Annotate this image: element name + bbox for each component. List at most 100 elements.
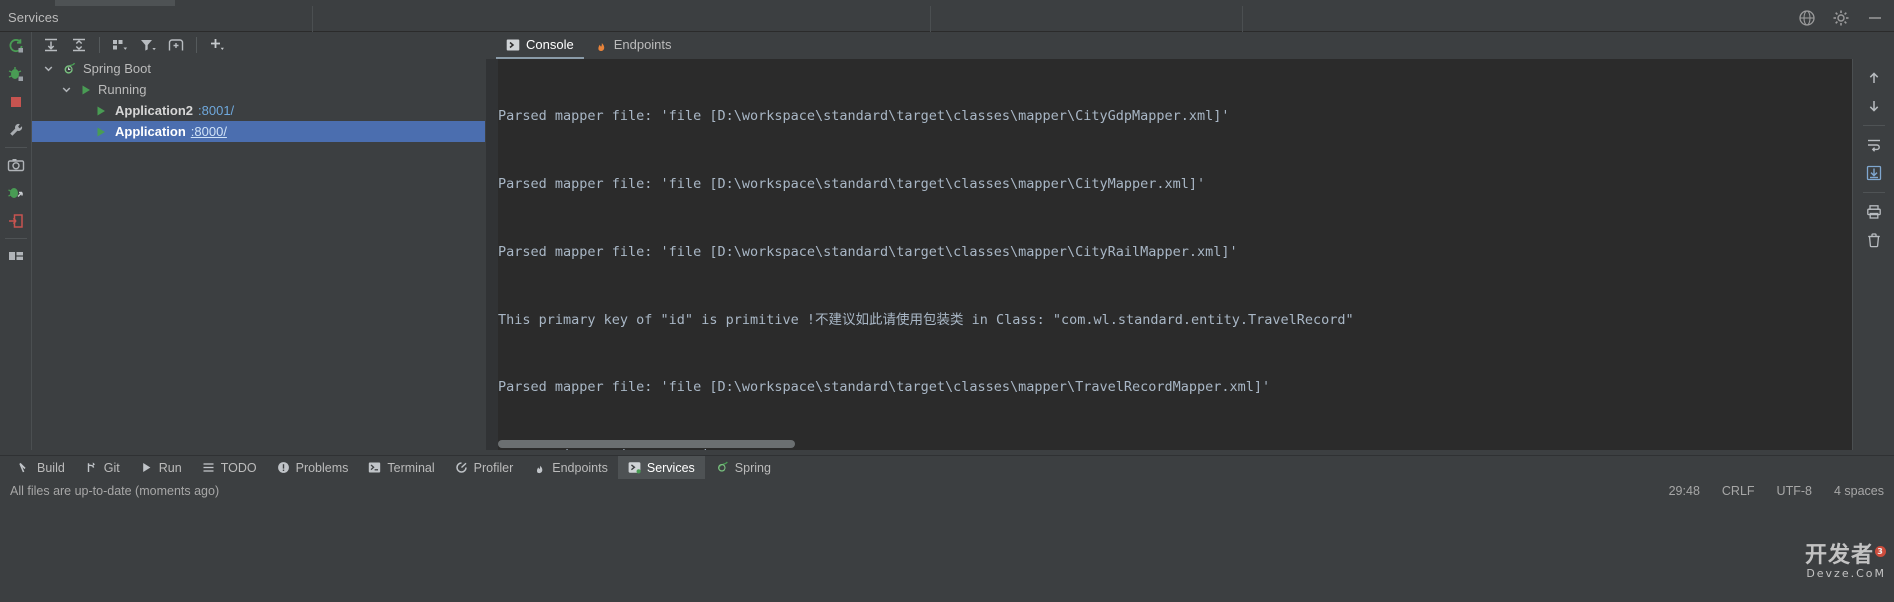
bottom-tab-todo[interactable]: TODO: [192, 456, 267, 480]
file-encoding[interactable]: UTF-8: [1777, 484, 1812, 498]
endpoints-icon: [594, 38, 608, 52]
service-port-link[interactable]: :8001/: [198, 103, 234, 118]
run-green-icon: [94, 125, 108, 139]
debug-icon[interactable]: [0, 60, 32, 88]
rail-divider: [5, 147, 27, 148]
spring-boot-icon: [61, 62, 77, 76]
caret-position[interactable]: 29:48: [1669, 484, 1700, 498]
status-bar-right: 29:48 CRLF UTF-8 4 spaces: [1669, 484, 1884, 498]
console-horizontal-scrollbar[interactable]: [498, 440, 1848, 448]
run-green-icon: [79, 83, 93, 97]
attach-debugger-icon[interactable]: [0, 179, 32, 207]
bottom-tab-label: Endpoints: [552, 461, 608, 475]
console-rail-divider-2: [1863, 192, 1885, 193]
print-icon[interactable]: [1860, 199, 1888, 225]
tree-node-spring-boot[interactable]: Spring Boot: [32, 58, 485, 79]
tool-window-titlebar: Services: [0, 6, 1894, 32]
indent-setting[interactable]: 4 spaces: [1834, 484, 1884, 498]
tool-window-bar: Build Git Run TODO Problems Terminal Pro…: [0, 455, 1894, 479]
trash-icon[interactable]: [1860, 227, 1888, 253]
titlebar-segment-2: [313, 6, 931, 32]
new-tab-icon[interactable]: [163, 33, 189, 57]
tree-node-label: Application: [115, 124, 186, 139]
titlebar-actions: [1798, 9, 1884, 27]
run-actions-rail: [0, 32, 32, 450]
bottom-tab-problems[interactable]: Problems: [267, 456, 359, 480]
bottom-tab-label: Run: [159, 461, 182, 475]
minimize-icon[interactable]: [1866, 9, 1884, 27]
toolbar-divider-2: [196, 37, 197, 53]
console-tab-strip: Console Endpoints: [486, 32, 1894, 59]
expand-all-icon[interactable]: [38, 33, 64, 57]
status-bar: All files are up-to-date (moments ago) 2…: [0, 479, 1894, 502]
bottom-tab-spring[interactable]: Spring: [705, 456, 781, 480]
stop-icon[interactable]: [0, 88, 32, 116]
console-actions-rail: [1852, 59, 1894, 450]
watermark-sub: Devze.CoM: [1805, 567, 1886, 580]
profiler-icon: [455, 461, 468, 474]
tab-label: Console: [526, 37, 574, 52]
bottom-tab-profiler[interactable]: Profiler: [445, 456, 524, 480]
watermark-main: 开发者: [1805, 543, 1874, 568]
collapse-all-icon[interactable]: [66, 33, 92, 57]
globe-icon[interactable]: [1798, 9, 1816, 27]
bottom-tab-label: Services: [647, 461, 695, 475]
tab-label: Endpoints: [614, 37, 672, 52]
bottom-tab-label: Terminal: [387, 461, 434, 475]
rerun-icon[interactable]: [0, 32, 32, 60]
settings-wrench-icon[interactable]: [0, 116, 32, 144]
tree-node-application[interactable]: Application :8000/: [32, 121, 485, 142]
chevron-down-icon[interactable]: [60, 83, 73, 96]
exit-icon[interactable]: [0, 207, 32, 235]
tree-node-running[interactable]: Running: [32, 79, 485, 100]
console-gutter: [486, 59, 498, 450]
console-panel: Console Endpoints Parsed mapper file: 'f…: [486, 32, 1894, 450]
service-port-link[interactable]: :8000/: [191, 124, 227, 139]
scrollbar-thumb[interactable]: [498, 440, 795, 448]
console-rail-divider: [1863, 125, 1885, 126]
gear-icon[interactable]: [1832, 9, 1850, 27]
scroll-to-end-icon[interactable]: [1860, 160, 1888, 186]
console-line: Parsed mapper file: 'file [D:\workspace\…: [498, 173, 1852, 196]
tree-node-application2[interactable]: Application2 :8001/: [32, 100, 485, 121]
tree-node-label: Running: [98, 82, 146, 97]
console-line: Parsed mapper file: 'file [D:\workspace\…: [498, 241, 1852, 264]
bottom-tab-label: Profiler: [474, 461, 514, 475]
bottom-tab-git[interactable]: Git: [75, 456, 130, 480]
bottom-tab-endpoints[interactable]: Endpoints: [523, 456, 618, 480]
bottom-tab-label: Problems: [296, 461, 349, 475]
watermark-badge: 3: [1875, 546, 1886, 557]
console-icon: [506, 38, 520, 52]
services-icon: [628, 461, 641, 474]
tab-console[interactable]: Console: [496, 32, 584, 59]
scroll-up-icon[interactable]: [1860, 65, 1888, 91]
rail-divider-2: [5, 238, 27, 239]
run-icon: [140, 461, 153, 474]
camera-icon[interactable]: [0, 151, 32, 179]
services-tree[interactable]: Spring Boot Running Application2 :8001/ …: [32, 58, 485, 450]
scroll-down-icon[interactable]: [1860, 93, 1888, 119]
line-separator[interactable]: CRLF: [1722, 484, 1755, 498]
add-icon[interactable]: [204, 33, 230, 57]
console-line: This primary key of "id" is primitive !不…: [498, 309, 1852, 332]
soft-wrap-icon[interactable]: [1860, 132, 1888, 158]
bottom-tab-build[interactable]: Build: [8, 456, 75, 480]
endpoints-icon: [533, 461, 546, 474]
chevron-down-icon[interactable]: [42, 62, 55, 75]
titlebar-segment-3: [931, 6, 1243, 32]
tree-node-label: Spring Boot: [83, 61, 151, 76]
todo-icon: [202, 461, 215, 474]
group-by-icon[interactable]: [107, 33, 133, 57]
bottom-tab-run[interactable]: Run: [130, 456, 192, 480]
tool-window-title: Services: [8, 10, 59, 25]
console-output-area[interactable]: Parsed mapper file: 'file [D:\workspace\…: [486, 59, 1894, 450]
bottom-tab-label: Build: [37, 461, 65, 475]
layout-icon[interactable]: [0, 242, 32, 270]
toolbar-divider-1: [99, 37, 100, 53]
bottom-tab-terminal[interactable]: Terminal: [358, 456, 444, 480]
build-icon: [18, 461, 31, 474]
services-tree-toolbar: [32, 32, 485, 58]
tab-endpoints[interactable]: Endpoints: [584, 32, 682, 59]
bottom-tab-services[interactable]: Services: [618, 456, 705, 480]
filter-icon[interactable]: [135, 33, 161, 57]
